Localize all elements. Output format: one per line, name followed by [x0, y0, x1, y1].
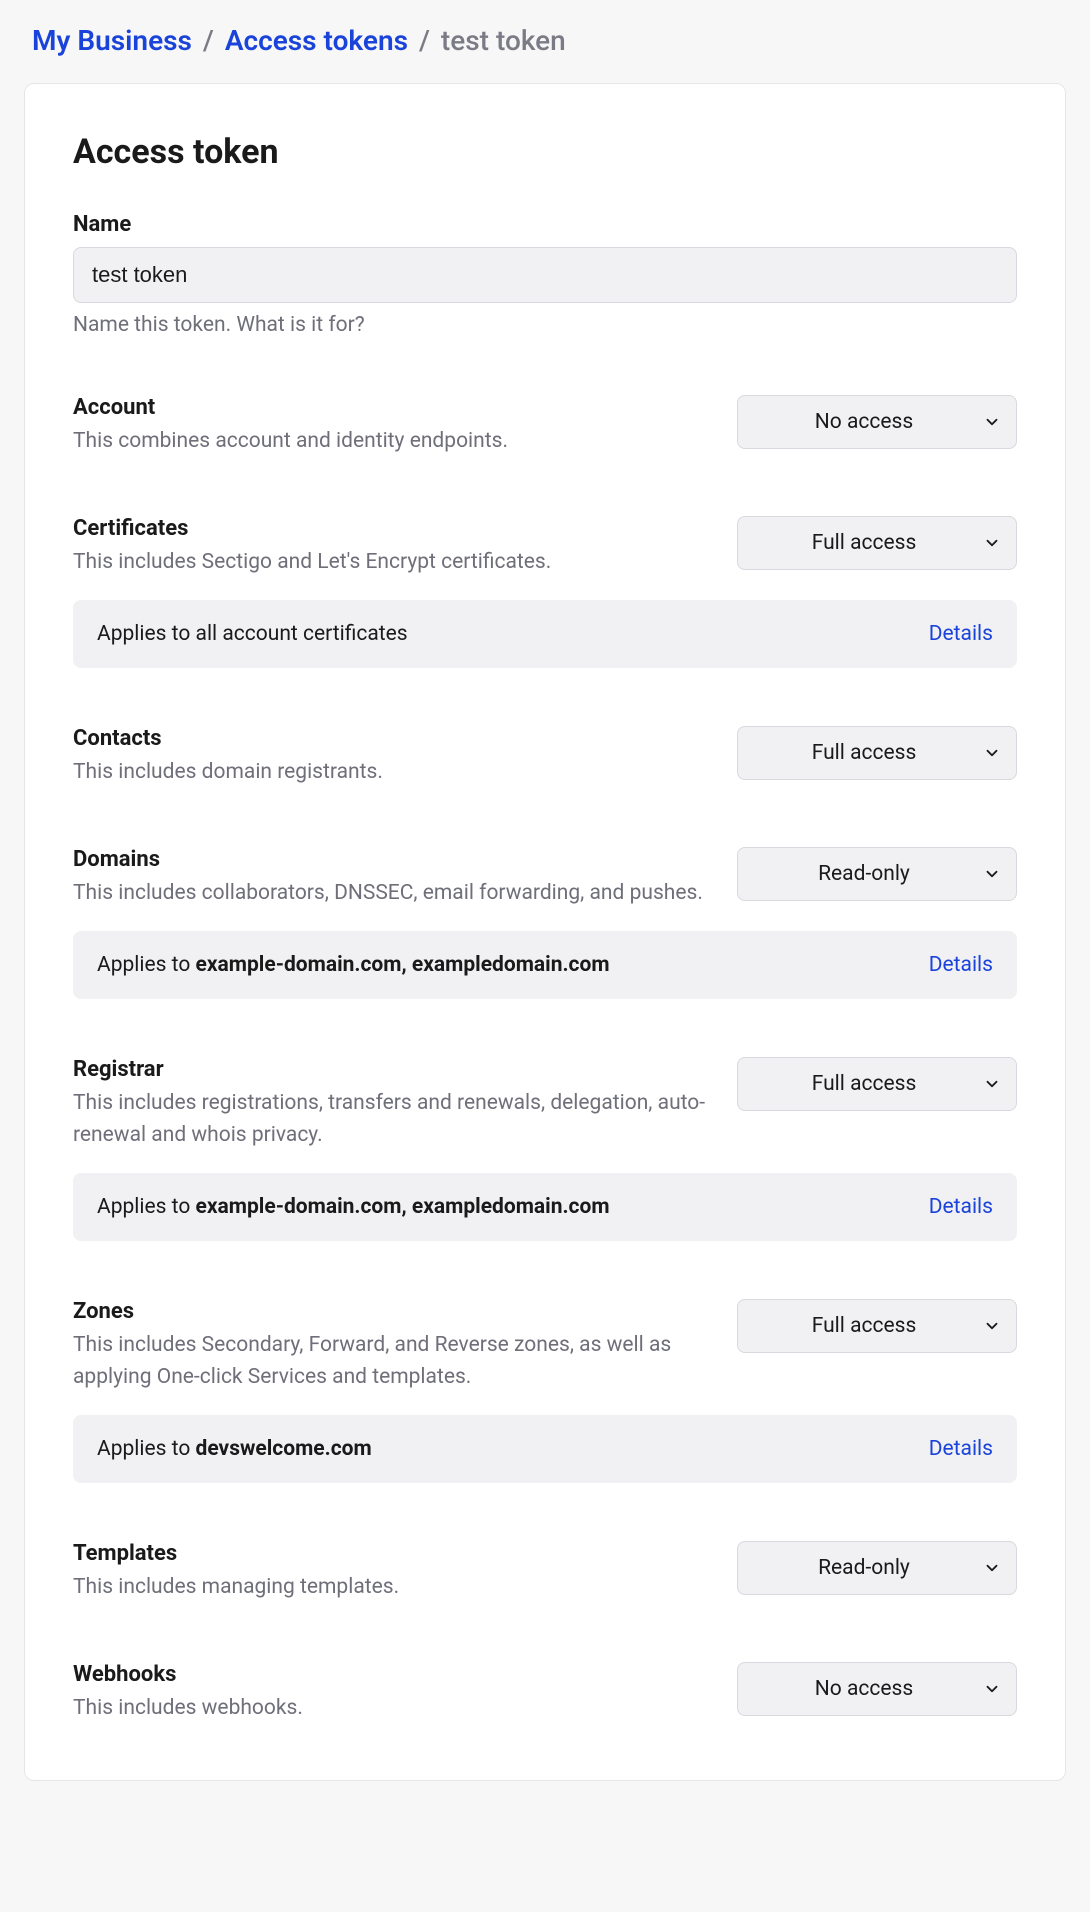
name-input[interactable]: [73, 247, 1017, 303]
registrar-title: Registrar: [73, 1057, 713, 1082]
webhooks-title: Webhooks: [73, 1662, 713, 1687]
account-access-select[interactable]: No access: [737, 395, 1017, 449]
certificates-applies-card: Applies to all account certificates Deta…: [73, 600, 1017, 668]
breadcrumb-separator: /: [203, 24, 214, 57]
breadcrumb-access-tokens[interactable]: Access tokens: [225, 24, 408, 57]
section-templates: Templates This includes managing templat…: [73, 1541, 1017, 1604]
name-help-text: Name this token. What is it for?: [73, 313, 1017, 337]
templates-desc: This includes managing templates.: [73, 1572, 713, 1604]
registrar-applies-card: Applies to example-domain.com, exampledo…: [73, 1173, 1017, 1241]
templates-title: Templates: [73, 1541, 713, 1566]
section-certificates: Certificates This includes Sectigo and L…: [73, 516, 1017, 669]
breadcrumb-current: test token: [441, 24, 566, 57]
certificates-desc: This includes Sectigo and Let's Encrypt …: [73, 547, 713, 579]
zones-title: Zones: [73, 1299, 713, 1324]
zones-applies-card: Applies to devswelcome.com Details: [73, 1415, 1017, 1483]
certificates-details-link[interactable]: Details: [929, 622, 993, 646]
certificates-title: Certificates: [73, 516, 713, 541]
account-desc: This combines account and identity endpo…: [73, 426, 713, 458]
page-title: Access token: [73, 132, 1017, 172]
certificates-applies-text: Applies to all account certificates: [97, 622, 408, 646]
name-label: Name: [73, 212, 1017, 237]
access-token-card: Access token Name Name this token. What …: [24, 83, 1066, 1781]
domains-applies-text: Applies to example-domain.com, exampledo…: [97, 953, 610, 977]
breadcrumb: My Business / Access tokens / test token: [32, 24, 1066, 57]
section-account: Account This combines account and identi…: [73, 395, 1017, 458]
registrar-applies-text: Applies to example-domain.com, exampledo…: [97, 1195, 610, 1219]
domains-applies-card: Applies to example-domain.com, exampledo…: [73, 931, 1017, 999]
domains-access-select[interactable]: Read-only: [737, 847, 1017, 901]
domains-details-link[interactable]: Details: [929, 953, 993, 977]
domains-desc: This includes collaborators, DNSSEC, ema…: [73, 878, 713, 910]
registrar-access-select[interactable]: Full access: [737, 1057, 1017, 1111]
zones-details-link[interactable]: Details: [929, 1437, 993, 1461]
account-title: Account: [73, 395, 713, 420]
certificates-access-select[interactable]: Full access: [737, 516, 1017, 570]
zones-applies-text: Applies to devswelcome.com: [97, 1437, 372, 1461]
section-zones: Zones This includes Secondary, Forward, …: [73, 1299, 1017, 1483]
section-registrar: Registrar This includes registrations, t…: [73, 1057, 1017, 1241]
webhooks-access-select[interactable]: No access: [737, 1662, 1017, 1716]
zones-access-select[interactable]: Full access: [737, 1299, 1017, 1353]
webhooks-desc: This includes webhooks.: [73, 1693, 713, 1725]
templates-access-select[interactable]: Read-only: [737, 1541, 1017, 1595]
section-domains: Domains This includes collaborators, DNS…: [73, 847, 1017, 1000]
contacts-desc: This includes domain registrants.: [73, 757, 713, 789]
section-webhooks: Webhooks This includes webhooks. No acce…: [73, 1662, 1017, 1725]
contacts-access-select[interactable]: Full access: [737, 726, 1017, 780]
section-contacts: Contacts This includes domain registrant…: [73, 726, 1017, 789]
registrar-details-link[interactable]: Details: [929, 1195, 993, 1219]
domains-title: Domains: [73, 847, 713, 872]
contacts-title: Contacts: [73, 726, 713, 751]
breadcrumb-root[interactable]: My Business: [32, 24, 192, 57]
zones-desc: This includes Secondary, Forward, and Re…: [73, 1330, 713, 1393]
registrar-desc: This includes registrations, transfers a…: [73, 1088, 713, 1151]
breadcrumb-separator: /: [419, 24, 430, 57]
